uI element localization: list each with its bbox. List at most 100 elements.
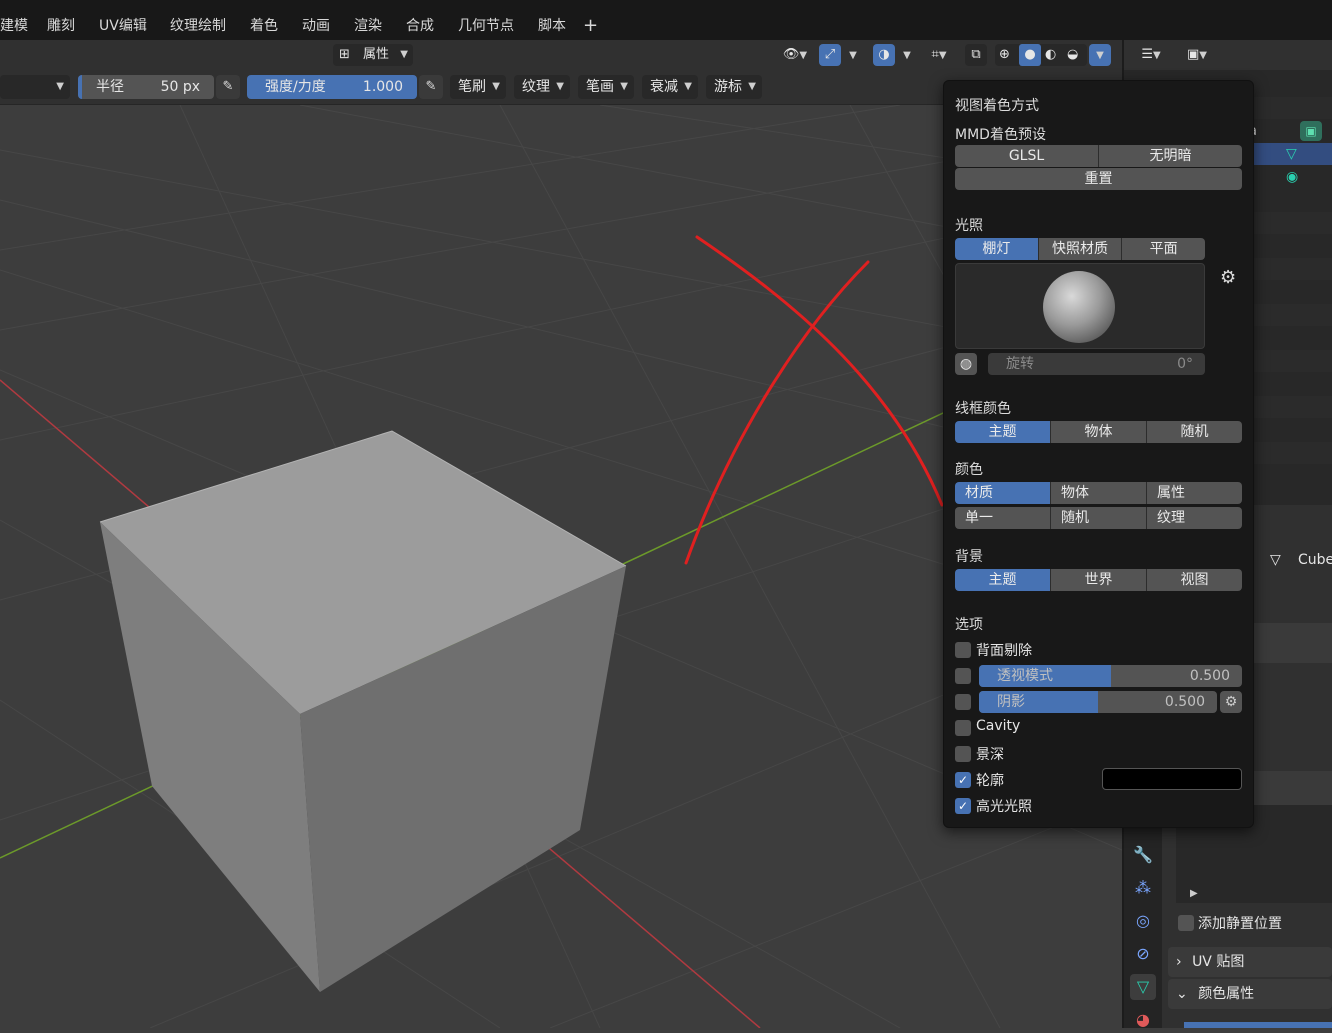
brush-menu[interactable]: 笔刷 ▼ xyxy=(450,75,506,99)
tree-icon: ☰ xyxy=(1141,47,1153,62)
specular-lighting-label: 高光光照 xyxy=(976,799,1032,815)
color-texture[interactable]: 纹理 xyxy=(1147,507,1242,529)
chevron-right-icon: › xyxy=(1176,954,1182,970)
xray-icon: ⧉ xyxy=(971,47,981,62)
wire-color-random[interactable]: 随机 xyxy=(1147,421,1242,443)
studio-light-preview[interactable] xyxy=(955,263,1205,349)
overlays-dropdown[interactable]: ▼ xyxy=(897,44,917,66)
physics-tab-icon[interactable]: ◎ xyxy=(1130,908,1156,934)
attributes-menu[interactable]: ⊞ 属性 ▼ xyxy=(333,44,413,66)
popover-title: 视图着色方式 xyxy=(955,98,1039,114)
xray-alpha-slider[interactable]: 透视模式 0.500 xyxy=(979,665,1242,687)
world-space-lighting-icon[interactable]: ◍ xyxy=(955,353,977,375)
rest-position-checkbox[interactable] xyxy=(1178,915,1194,931)
shadow-checkbox[interactable] xyxy=(955,694,971,710)
xray-toggle[interactable]: ⧉ xyxy=(965,44,987,66)
wireframe-shading-icon[interactable]: ⊕ xyxy=(999,44,1010,66)
chevron-down-icon: ▼ xyxy=(1152,50,1161,61)
mesh-edit-overlays[interactable]: ⌗▼ xyxy=(921,44,957,66)
rest-position-label: 添加静置位置 xyxy=(1198,916,1282,932)
radius-pressure-icon[interactable]: ✎ xyxy=(216,75,240,99)
expand-triangle-icon[interactable]: ▶ xyxy=(1190,888,1198,899)
background-world[interactable]: 世界 xyxy=(1051,569,1147,591)
color-object[interactable]: 物体 xyxy=(1051,482,1147,504)
chevron-down-icon: ▼ xyxy=(903,50,911,61)
background-viewport[interactable]: 视图 xyxy=(1147,569,1242,591)
color-attribute[interactable]: 属性 xyxy=(1147,482,1242,504)
material-tab-icon[interactable]: ◕ xyxy=(1130,1007,1156,1033)
rendered-shading-icon[interactable]: ◒ xyxy=(1067,44,1078,66)
xray-checkbox[interactable] xyxy=(955,668,971,684)
gear-icon[interactable]: ⚙ xyxy=(1220,267,1236,288)
tab-texture-paint[interactable]: 纹理绘制 xyxy=(170,0,226,40)
color-material[interactable]: 材质 xyxy=(955,482,1051,504)
chevron-down-icon: ▼ xyxy=(620,81,628,92)
color-single[interactable]: 单一 xyxy=(955,507,1051,529)
tab-compositing[interactable]: 合成 xyxy=(406,0,434,40)
depth-of-field-checkbox[interactable] xyxy=(955,746,971,762)
outliner-filter[interactable]: ▣▼ xyxy=(1180,44,1214,66)
wire-color-theme[interactable]: 主题 xyxy=(955,421,1051,443)
mmd-reset-row: 重置 xyxy=(955,168,1242,190)
tab-scripting[interactable]: 脚本 xyxy=(538,0,566,40)
glsl-button[interactable]: GLSL xyxy=(955,145,1099,167)
outline-color-swatch[interactable] xyxy=(1102,768,1242,790)
mode-dropdown[interactable]: ▼ xyxy=(0,75,70,99)
gizmo-dropdown[interactable]: ▼ xyxy=(843,44,863,66)
specular-lighting-checkbox[interactable]: ✓ xyxy=(955,798,971,814)
chevron-down-icon: ▼ xyxy=(492,81,500,92)
tab-shading[interactable]: 着色 xyxy=(250,0,278,40)
color-options-row-1: 材质 物体 属性 xyxy=(955,482,1242,504)
reset-button[interactable]: 重置 xyxy=(955,168,1242,190)
uv-maps-section[interactable]: › UV 贴图 xyxy=(1168,947,1332,977)
cavity-checkbox[interactable] xyxy=(955,720,971,736)
overlays-toggle[interactable]: ◑ xyxy=(873,44,895,66)
chevron-down-icon: ▼ xyxy=(400,49,408,60)
background-theme[interactable]: 主题 xyxy=(955,569,1051,591)
strength-pressure-icon[interactable]: ✎ xyxy=(419,75,443,99)
mesh-icon: ▽ xyxy=(1270,552,1281,568)
tab-geometry-nodes[interactable]: 几何节点 xyxy=(458,0,514,40)
mmd-preset-label: MMD着色预设 xyxy=(955,127,1046,143)
falloff-menu[interactable]: 衰减 ▼ xyxy=(642,75,698,99)
mesh-data-tab-icon[interactable]: ▽ xyxy=(1130,974,1156,1000)
shadeless-button[interactable]: 无明暗 xyxy=(1099,145,1242,167)
add-workspace-button[interactable]: + xyxy=(583,0,598,40)
strength-field[interactable]: 强度/力度 1.000 xyxy=(247,75,417,99)
lighting-studio[interactable]: 棚灯 xyxy=(955,238,1039,260)
particles-tab-icon[interactable]: ⁂ xyxy=(1130,875,1156,901)
outline-label: 轮廓 xyxy=(976,773,1004,789)
tab-animation[interactable]: 动画 xyxy=(302,0,330,40)
solid-shading-icon[interactable]: ● xyxy=(1019,44,1041,66)
tab-rendering[interactable]: 渲染 xyxy=(354,0,382,40)
tab-uv-editing[interactable]: UV编辑 xyxy=(99,0,147,40)
shading-popover-button[interactable]: ▼ xyxy=(1089,44,1111,66)
outliner-display-mode[interactable]: ☰▼ xyxy=(1134,44,1168,66)
cursor-menu[interactable]: 游标 ▼ xyxy=(706,75,762,99)
cube-object[interactable] xyxy=(99,430,627,992)
texture-menu[interactable]: 纹理 ▼ xyxy=(514,75,570,99)
tab-sculpting[interactable]: 雕刻 xyxy=(47,0,75,40)
backface-culling-checkbox[interactable] xyxy=(955,642,971,658)
chevron-down-icon: ▼ xyxy=(56,81,64,92)
lighting-rotation-field[interactable]: 旋转 0° xyxy=(988,353,1205,375)
lighting-matcap[interactable]: 快照材质 xyxy=(1038,238,1123,260)
visibility-toggle[interactable]: 👁▼ xyxy=(778,44,812,66)
studio-light-sphere xyxy=(1043,271,1115,343)
color-random[interactable]: 随机 xyxy=(1051,507,1147,529)
wire-color-object[interactable]: 物体 xyxy=(1051,421,1147,443)
shadow-settings-gear-icon[interactable]: ⚙ xyxy=(1220,691,1242,713)
tab-modeling[interactable]: 建模 xyxy=(0,0,28,40)
stroke-menu[interactable]: 笔画 ▼ xyxy=(578,75,634,99)
lighting-flat[interactable]: 平面 xyxy=(1122,238,1205,260)
viewport-shading-popover: 视图着色方式 MMD着色预设 GLSL 无明暗 重置 光照 棚灯 快照材质 平面… xyxy=(943,80,1254,828)
outline-checkbox[interactable]: ✓ xyxy=(955,772,971,788)
gizmo-toggle[interactable]: ⤢ xyxy=(819,44,841,66)
shading-mode-group: ⊕ ● ◐ ◒ xyxy=(995,44,1087,66)
shadow-intensity-slider[interactable]: 阴影 0.500 xyxy=(979,691,1217,713)
material-shading-icon[interactable]: ◐ xyxy=(1045,44,1056,66)
color-attributes-section[interactable]: ⌄ 颜色属性 xyxy=(1168,979,1332,1009)
modifier-tab-wrench-icon[interactable]: 🔧 xyxy=(1130,842,1156,868)
radius-field[interactable]: 半径 50 px xyxy=(78,75,214,99)
constraints-tab-icon[interactable]: ⊘ xyxy=(1130,941,1156,967)
